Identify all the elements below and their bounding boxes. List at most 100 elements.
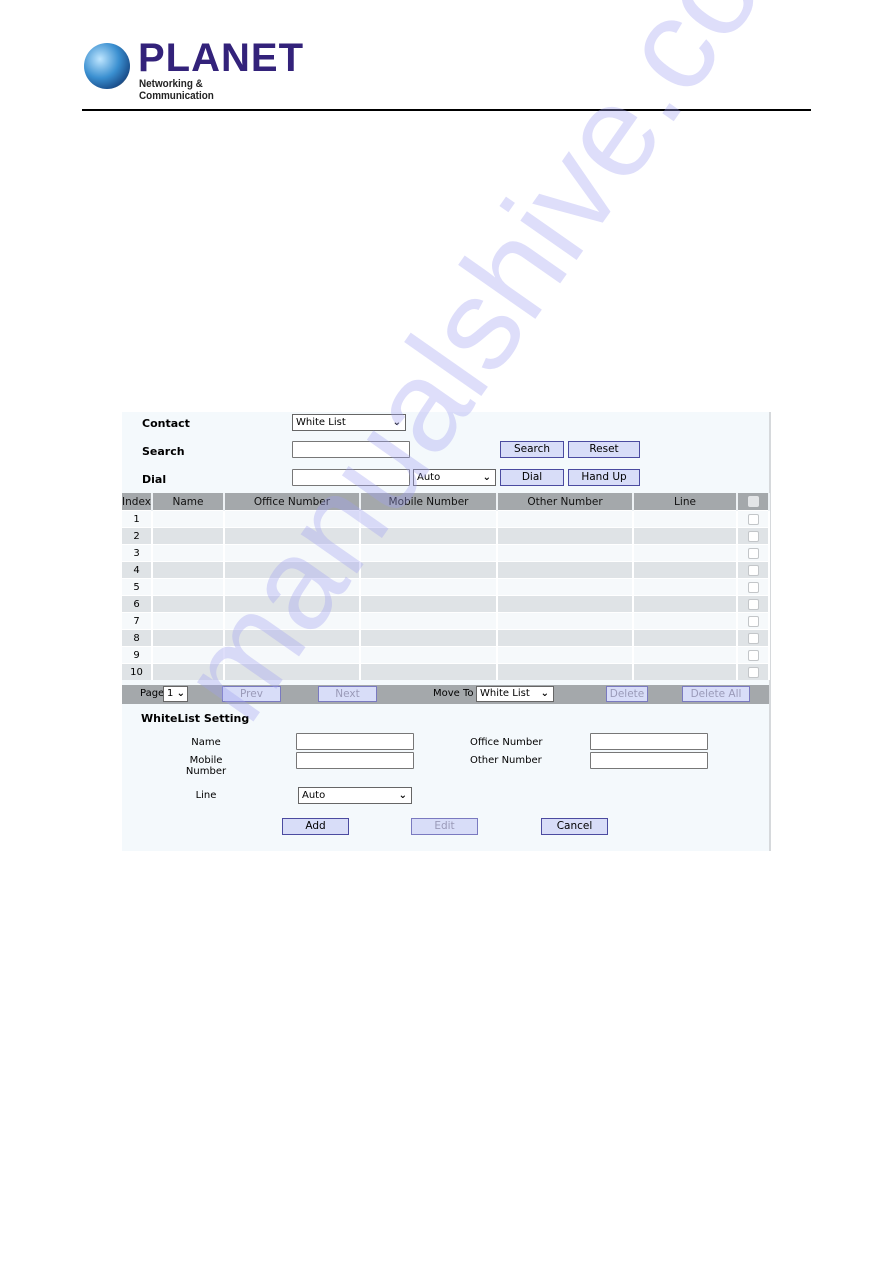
row-mobile-number	[360, 544, 498, 562]
line-label: Line	[195, 790, 217, 801]
row-line	[633, 663, 738, 680]
select-all-cell	[737, 493, 770, 511]
table-header: Index Name Office Number Mobile Number O…	[122, 493, 770, 511]
row-index: 10	[122, 663, 153, 680]
row-select-cell	[737, 663, 770, 680]
move-to-select[interactable]: White List ⌄	[476, 686, 554, 702]
chevron-down-icon: ⌄	[176, 688, 185, 699]
next-button[interactable]: Next	[318, 686, 377, 702]
brand-tagline: Networking & Communication	[139, 78, 214, 102]
row-index: 3	[122, 544, 153, 562]
row-name	[152, 578, 225, 596]
row-line	[633, 544, 738, 562]
table-row[interactable]: 5	[122, 578, 770, 596]
contact-select-value: White List	[296, 417, 346, 428]
table-row[interactable]: 1	[122, 510, 770, 528]
row-name	[152, 663, 225, 680]
row-other-number	[497, 544, 634, 562]
page-select[interactable]: 1 ⌄	[163, 686, 188, 702]
delete-button[interactable]: Delete	[606, 686, 648, 702]
row-line	[633, 527, 738, 545]
chevron-down-icon: ⌄	[392, 417, 401, 428]
dial-label: Dial	[142, 473, 167, 486]
row-select-cell	[737, 544, 770, 562]
row-mobile-number	[360, 527, 498, 545]
row-select-cell	[737, 595, 770, 613]
dial-line-select[interactable]: Auto ⌄	[413, 469, 496, 486]
dial-button[interactable]: Dial	[500, 469, 564, 486]
table-row[interactable]: 2	[122, 527, 770, 545]
row-checkbox[interactable]	[747, 513, 759, 525]
delete-all-button[interactable]: Delete All	[682, 686, 750, 702]
row-office-number	[224, 595, 361, 613]
mobile-number-label: Mobile Number	[185, 755, 227, 777]
other-number-label: Other Number	[470, 755, 542, 766]
row-index: 8	[122, 629, 153, 647]
add-button[interactable]: Add	[282, 818, 349, 835]
table-row[interactable]: 8	[122, 629, 770, 647]
row-checkbox[interactable]	[747, 530, 759, 542]
row-checkbox[interactable]	[747, 632, 759, 644]
page-select-value: 1	[167, 688, 174, 699]
row-other-number	[497, 612, 634, 630]
row-office-number	[224, 510, 361, 528]
prev-button[interactable]: Prev	[222, 686, 281, 702]
pager-bar: Page 1 ⌄ Prev Next Move To White List ⌄ …	[122, 685, 769, 704]
cancel-button[interactable]: Cancel	[541, 818, 608, 835]
table-row[interactable]: 10	[122, 663, 770, 680]
other-number-input[interactable]	[590, 752, 708, 769]
mobile-number-input[interactable]	[296, 752, 414, 769]
whitelist-panel: Contact White List ⌄ Search Search Reset…	[122, 412, 771, 851]
row-checkbox[interactable]	[747, 598, 759, 610]
row-select-cell	[737, 612, 770, 630]
hand-up-button[interactable]: Hand Up	[568, 469, 640, 486]
dial-input[interactable]	[292, 469, 410, 486]
search-input[interactable]	[292, 441, 410, 458]
row-mobile-number	[360, 629, 498, 647]
setting-title: WhiteList Setting	[141, 712, 250, 725]
row-name	[152, 629, 225, 647]
row-name	[152, 612, 225, 630]
row-checkbox[interactable]	[747, 581, 759, 593]
row-checkbox[interactable]	[747, 615, 759, 627]
row-index: 9	[122, 646, 153, 664]
row-index: 6	[122, 595, 153, 613]
row-select-cell	[737, 510, 770, 528]
row-mobile-number	[360, 578, 498, 596]
name-input[interactable]	[296, 733, 414, 750]
table-row[interactable]: 9	[122, 646, 770, 664]
reset-button[interactable]: Reset	[568, 441, 640, 458]
row-checkbox[interactable]	[747, 547, 759, 559]
search-label: Search	[142, 445, 185, 458]
row-mobile-number	[360, 595, 498, 613]
contact-select[interactable]: White List ⌄	[292, 414, 406, 431]
row-other-number	[497, 629, 634, 647]
table-row[interactable]: 4	[122, 561, 770, 579]
row-checkbox[interactable]	[747, 649, 759, 661]
table-row[interactable]: 7	[122, 612, 770, 630]
globe-logo-icon	[84, 43, 130, 89]
row-office-number	[224, 561, 361, 579]
move-to-value: White List	[480, 688, 530, 699]
row-office-number	[224, 646, 361, 664]
search-button[interactable]: Search	[500, 441, 564, 458]
row-checkbox[interactable]	[747, 666, 759, 678]
row-office-number	[224, 663, 361, 680]
line-select[interactable]: Auto ⌄	[298, 787, 412, 804]
row-office-number	[224, 544, 361, 562]
table-row[interactable]: 6	[122, 595, 770, 613]
row-other-number	[497, 527, 634, 545]
row-other-number	[497, 578, 634, 596]
col-index: Index	[122, 493, 153, 511]
row-checkbox[interactable]	[747, 564, 759, 576]
row-mobile-number	[360, 612, 498, 630]
select-all-checkbox[interactable]	[747, 496, 759, 507]
table-row[interactable]: 3	[122, 544, 770, 562]
row-line	[633, 578, 738, 596]
office-number-input[interactable]	[590, 733, 708, 750]
row-index: 7	[122, 612, 153, 630]
chevron-down-icon: ⌄	[398, 790, 407, 801]
brand-name: PLANET	[138, 36, 304, 80]
row-office-number	[224, 527, 361, 545]
edit-button[interactable]: Edit	[411, 818, 478, 835]
